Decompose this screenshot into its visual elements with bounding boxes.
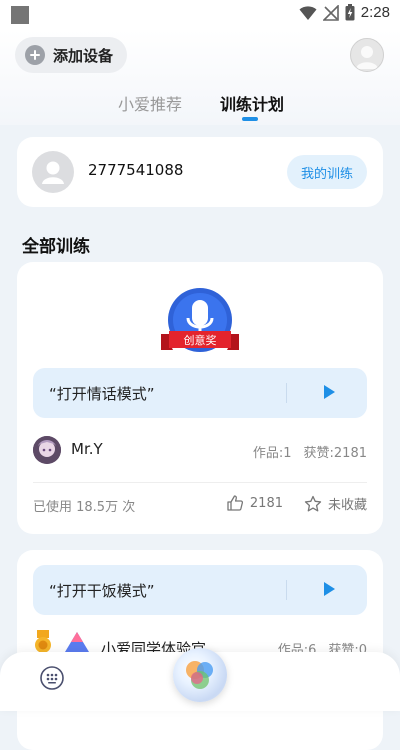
mic-badge-icon: 创意奖 xyxy=(161,288,239,352)
divider xyxy=(286,383,287,403)
battery-charging-icon xyxy=(345,4,355,21)
medal-icon xyxy=(35,630,51,653)
tab-training-plan[interactable]: 训练计划 xyxy=(220,91,284,115)
author-stats: 作品:1 获赞:2181 xyxy=(253,442,367,461)
likes-received: 获赞:2181 xyxy=(303,446,367,461)
usage-count: 已使用 18.5万 次 xyxy=(33,500,136,515)
status-time: 2:28 xyxy=(360,4,390,21)
author-avatar[interactable] xyxy=(33,436,61,464)
status-bar: 2:28 xyxy=(0,0,400,30)
keypad-icon[interactable] xyxy=(40,666,64,690)
add-device-label: 添加设备 xyxy=(53,46,114,65)
tab-bar: 小爱推荐 训练计划 xyxy=(0,88,400,124)
user-avatar xyxy=(32,151,74,193)
user-card: 2777541088 我的训练 xyxy=(17,137,383,207)
no-signal-icon xyxy=(322,4,339,21)
works-count: 作品:1 xyxy=(252,446,292,461)
user-id: 2777541088 xyxy=(88,161,184,179)
author-avatar-image xyxy=(33,436,61,464)
card-divider xyxy=(33,482,367,483)
profile-avatar[interactable] xyxy=(350,38,384,72)
tab-recommend[interactable]: 小爱推荐 xyxy=(118,91,182,115)
author-name[interactable]: Mr.Y xyxy=(71,440,103,458)
active-tab-indicator xyxy=(242,117,258,121)
training-card[interactable]: 创意奖 “打开情话模式” Mr.Y 作品:1 获赞:2181 已使用 18.5万… xyxy=(17,262,383,534)
phrase-text: “打开情话模式” xyxy=(49,385,155,403)
wifi-icon xyxy=(299,5,317,20)
play-icon[interactable] xyxy=(324,582,335,596)
star-icon xyxy=(304,495,322,511)
notification-icon xyxy=(11,6,29,24)
status-icons: 2:28 xyxy=(299,4,390,21)
xiaoai-orb-icon xyxy=(186,661,213,689)
person-icon xyxy=(42,161,64,184)
favorite-button[interactable]: 未收藏 xyxy=(304,494,367,513)
like-button[interactable]: 2181 xyxy=(226,494,283,512)
plus-icon xyxy=(25,45,45,65)
badge-label: 创意奖 xyxy=(184,333,217,347)
phrase-box[interactable]: “打开干饭模式” xyxy=(33,565,367,615)
favorite-label: 未收藏 xyxy=(327,498,367,513)
thumbs-up-icon xyxy=(227,495,243,511)
header: 添加设备 小爱推荐 训练计划 xyxy=(0,30,400,125)
xiaoai-logo-icon xyxy=(65,632,89,652)
phrase-box[interactable]: “打开情话模式” xyxy=(33,368,367,418)
play-icon[interactable] xyxy=(324,385,335,399)
bottom-bar xyxy=(0,648,400,711)
phrase-text: “打开干饭模式” xyxy=(49,582,155,600)
my-training-button[interactable]: 我的训练 xyxy=(286,155,367,189)
add-device-button[interactable]: 添加设备 xyxy=(15,37,128,73)
section-title: 全部训练 xyxy=(22,237,90,257)
like-count: 2181 xyxy=(249,495,283,511)
default-avatar-icon xyxy=(356,46,378,69)
voice-assistant-button[interactable] xyxy=(173,648,227,702)
divider xyxy=(286,580,287,600)
